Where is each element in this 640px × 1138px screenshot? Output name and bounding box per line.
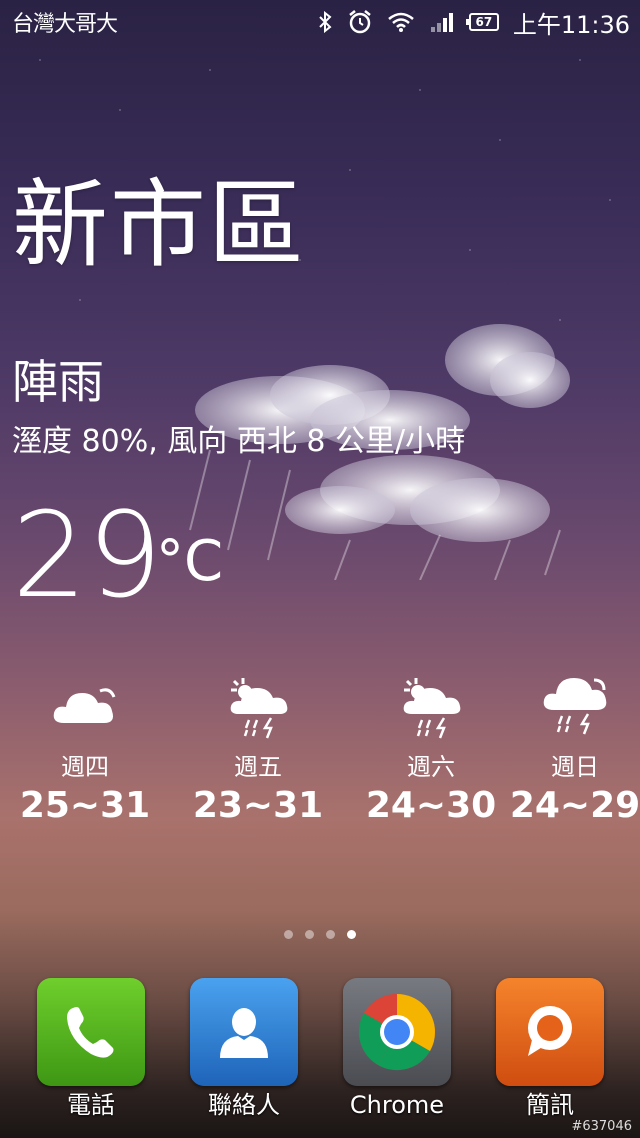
thunderstorm-icon	[356, 672, 506, 742]
battery-icon: 67	[465, 13, 499, 31]
signal-icon	[430, 13, 453, 32]
forecast-day-name: 週日	[551, 753, 599, 781]
app-label: Chrome	[349, 1091, 445, 1119]
chrome-icon[interactable]	[343, 978, 451, 1086]
phone-icon[interactable]	[37, 978, 145, 1086]
weather-condition: 陣雨	[12, 355, 104, 409]
city-name[interactable]: 新市區	[12, 170, 306, 280]
forecast-day: 週六 24~30	[356, 672, 506, 828]
messaging-icon[interactable]	[496, 978, 604, 1086]
forecast-day-name: 週六	[407, 753, 455, 781]
status-clock: 上午11:36	[512, 10, 630, 39]
app-dock: 電話 聯絡人 Chrome 簡訊	[0, 978, 640, 1138]
status-icons: 67 上午11:36	[317, 5, 630, 40]
page-indicator	[0, 930, 640, 946]
watermark: #637046	[571, 1119, 632, 1134]
forecast-temp-range: 24~30	[365, 785, 497, 826]
carrier-name: 台灣大哥大	[12, 12, 118, 37]
app-messaging[interactable]: 簡訊	[490, 978, 610, 1120]
app-chrome[interactable]: Chrome	[337, 978, 457, 1120]
current-temperature: 29	[12, 486, 163, 624]
forecast-day: 週四 25~31	[10, 672, 160, 828]
page-dot[interactable]	[305, 930, 314, 939]
app-contacts[interactable]: 聯絡人	[184, 978, 304, 1120]
weather-details: 溼度 80%, 風向 西北 8 公里/小時	[12, 424, 466, 459]
thunderstorm-icon	[183, 672, 333, 742]
forecast-temp-range: 25~31	[19, 785, 151, 826]
home-screen: 台灣大哥大 67 上午11:36 新市區 陣雨 溼度 80%, 風向 西北 8 …	[0, 0, 640, 1138]
forecast-day: 週日 24~29	[500, 672, 640, 828]
thunderstorm-icon	[500, 672, 640, 742]
cloudy-icon	[10, 672, 160, 742]
temperature-unit: °C	[156, 529, 224, 594]
forecast-day: 週五 23~31	[183, 672, 333, 828]
forecast: 週四 25~31 週五 23~31 週六 24~30 週日 24~29	[0, 672, 640, 832]
wifi-icon	[388, 12, 414, 32]
app-label: 簡訊	[526, 1091, 574, 1119]
forecast-day-name: 週五	[234, 753, 282, 781]
page-dot-active[interactable]	[347, 930, 356, 939]
contacts-icon[interactable]	[190, 978, 298, 1086]
app-label: 聯絡人	[208, 1091, 280, 1119]
forecast-temp-range: 23~31	[192, 785, 324, 826]
status-bar: 台灣大哥大 67 上午11:36	[0, 0, 640, 44]
page-dot[interactable]	[284, 930, 293, 939]
forecast-day-name: 週四	[61, 753, 109, 781]
app-label: 電話	[67, 1091, 115, 1119]
page-dot[interactable]	[326, 930, 335, 939]
forecast-temp-range: 24~29	[509, 785, 640, 826]
alarm-icon	[349, 10, 371, 34]
bluetooth-icon	[319, 11, 332, 33]
app-phone[interactable]: 電話	[31, 978, 151, 1120]
